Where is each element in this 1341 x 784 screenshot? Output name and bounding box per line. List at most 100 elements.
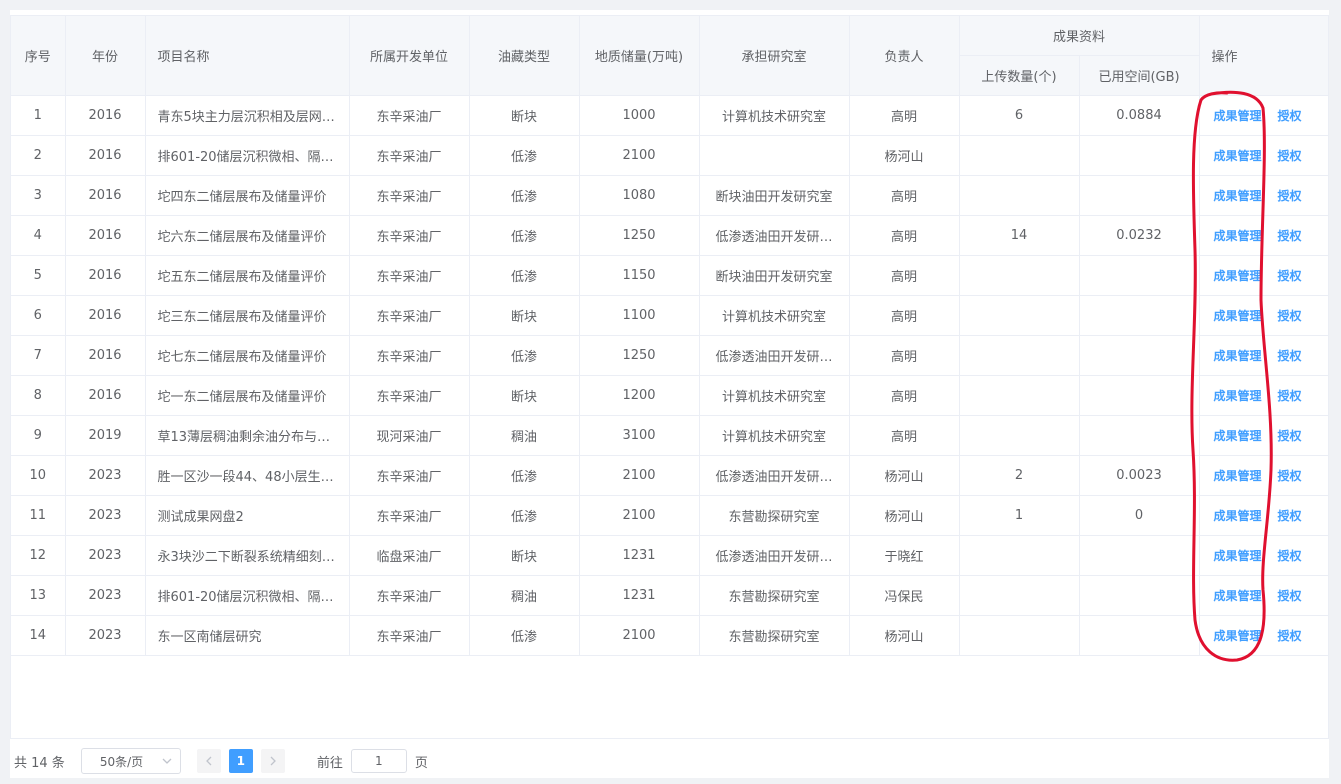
cell-index: 10 (11, 455, 66, 496)
table-row: 4 2016 坨六东二储层展布及储量评价 东辛采油厂 低渗 1250 低渗透油田开发研… 高明… (11, 215, 1328, 256)
table-row: 1 2016 青东5块主力层沉积相及层网… 东辛采油厂 断块 1000 计算机技术研究室 高明… (11, 95, 1328, 136)
manage-results-link[interactable]: 成果管理 (1214, 509, 1262, 523)
cell-index: 14 (11, 615, 66, 656)
cell-index: 12 (11, 535, 66, 576)
table-row: 11 2023 测试成果网盘2 东辛采油厂 低渗 2100 东营勘探研究室 杨河山 1 0 成果管理… (11, 495, 1328, 536)
cell-index: 8 (11, 375, 66, 416)
header-reservoir: 油藏类型 (469, 16, 580, 96)
authorize-link[interactable]: 授权 (1278, 149, 1302, 163)
prev-page-button[interactable] (196, 749, 221, 773)
cell-index: 3 (11, 175, 66, 216)
authorize-link[interactable]: 授权 (1278, 549, 1302, 563)
authorize-link[interactable]: 授权 (1278, 589, 1302, 603)
cell-unit: 东辛采油厂 (349, 95, 470, 136)
manage-results-link[interactable]: 成果管理 (1214, 149, 1262, 163)
cell-reservoir: 断块 (469, 295, 580, 336)
header-reserves: 地质储量(万吨) (579, 16, 700, 96)
cell-upload-count (959, 615, 1080, 656)
cell-owner: 高明 (849, 295, 960, 336)
cell-upload-count (959, 375, 1080, 416)
cell-ops: 成果管理 授权 (1199, 615, 1328, 656)
cell-unit: 东辛采油厂 (349, 615, 470, 656)
cell-ops: 成果管理 授权 (1199, 295, 1328, 336)
cell-unit: 东辛采油厂 (349, 575, 470, 616)
cell-unit: 现河采油厂 (349, 415, 470, 456)
cell-lab: 低渗透油田开发研… (699, 455, 850, 496)
cell-reservoir: 低渗 (469, 455, 580, 496)
cell-lab (699, 135, 850, 176)
manage-results-link[interactable]: 成果管理 (1214, 189, 1262, 203)
authorize-link[interactable]: 授权 (1278, 189, 1302, 203)
cell-project: 东一区南储层研究 (145, 615, 350, 656)
manage-results-link[interactable]: 成果管理 (1214, 549, 1262, 563)
cell-reservoir: 低渗 (469, 175, 580, 216)
table-row: 6 2016 坨三东二储层展布及储量评价 东辛采油厂 断块 1100 计算机技术研究室 高明 成… (11, 295, 1328, 336)
page-number-current[interactable]: 1 (228, 749, 253, 773)
cell-project: 草13薄层稠油剩余油分布与… (145, 415, 350, 456)
authorize-link[interactable]: 授权 (1278, 629, 1302, 643)
table-row: 3 2016 坨四东二储层展布及储量评价 东辛采油厂 低渗 1080 断块油田开发研究室 高明… (11, 175, 1328, 216)
cell-lab: 东营勘探研究室 (699, 575, 850, 616)
table-row: 9 2019 草13薄层稠油剩余油分布与… 现河采油厂 稠油 3100 计算机技术研究室 高明… (11, 415, 1328, 456)
cell-index: 5 (11, 255, 66, 296)
authorize-link[interactable]: 授权 (1278, 429, 1302, 443)
cell-index: 7 (11, 335, 66, 376)
manage-results-link[interactable]: 成果管理 (1214, 309, 1262, 323)
cell-lab: 东营勘探研究室 (699, 615, 850, 656)
cell-ops: 成果管理 授权 (1199, 95, 1328, 136)
cell-reserves: 3100 (579, 415, 700, 456)
table-row: 13 2023 排601-20储层沉积微相、隔… 东辛采油厂 稠油 1231 东营勘探研究室… (11, 575, 1328, 616)
cell-lab: 东营勘探研究室 (699, 495, 850, 536)
cell-ops: 成果管理 授权 (1199, 375, 1328, 416)
cell-index: 2 (11, 135, 66, 176)
cell-project: 坨六东二储层展布及储量评价 (145, 215, 350, 256)
cell-owner: 高明 (849, 175, 960, 216)
authorize-link[interactable]: 授权 (1278, 389, 1302, 403)
cell-used-space (1079, 375, 1200, 416)
table-row: 2 2016 排601-20储层沉积微相、隔… 东辛采油厂 低渗 2100 杨河山 成果管理 授… (11, 135, 1328, 176)
total-count: 共 14 条 (14, 755, 65, 771)
cell-reserves: 2100 (579, 615, 700, 656)
cell-unit: 东辛采油厂 (349, 455, 470, 496)
authorize-link[interactable]: 授权 (1278, 269, 1302, 283)
cell-used-space: 0.0232 (1079, 215, 1200, 256)
cell-owner: 杨河山 (849, 495, 960, 536)
authorize-link[interactable]: 授权 (1278, 229, 1302, 243)
authorize-link[interactable]: 授权 (1278, 349, 1302, 363)
cell-used-space (1079, 335, 1200, 376)
authorize-link[interactable]: 授权 (1278, 509, 1302, 523)
authorize-link[interactable]: 授权 (1278, 309, 1302, 323)
header-index: 序号 (11, 16, 66, 96)
cell-year: 2016 (65, 215, 146, 256)
manage-results-link[interactable]: 成果管理 (1214, 229, 1262, 243)
manage-results-link[interactable]: 成果管理 (1214, 629, 1262, 643)
manage-results-link[interactable]: 成果管理 (1214, 389, 1262, 403)
manage-results-link[interactable]: 成果管理 (1214, 589, 1262, 603)
cell-owner: 高明 (849, 415, 960, 456)
cell-upload-count (959, 575, 1080, 616)
cell-reservoir: 低渗 (469, 215, 580, 256)
manage-results-link[interactable]: 成果管理 (1214, 429, 1262, 443)
cell-index: 4 (11, 215, 66, 256)
cell-owner: 高明 (849, 255, 960, 296)
next-page-button[interactable] (260, 749, 285, 773)
manage-results-link[interactable]: 成果管理 (1214, 349, 1262, 363)
manage-results-link[interactable]: 成果管理 (1214, 469, 1262, 483)
manage-results-link[interactable]: 成果管理 (1214, 109, 1262, 123)
goto-page-input[interactable] (350, 749, 407, 773)
cell-year: 2016 (65, 335, 146, 376)
cell-project: 青东5块主力层沉积相及层网… (145, 95, 350, 136)
authorize-link[interactable]: 授权 (1278, 109, 1302, 123)
page-size-value: 50条/页 (99, 754, 144, 769)
cell-upload-count (959, 255, 1080, 296)
page-size-select[interactable]: 50条/页 (80, 748, 181, 774)
manage-results-link[interactable]: 成果管理 (1214, 269, 1262, 283)
authorize-link[interactable]: 授权 (1278, 469, 1302, 483)
table-row: 5 2016 坨五东二储层展布及储量评价 东辛采油厂 低渗 1150 断块油田开发研究室 高明… (11, 255, 1328, 296)
cell-lab: 计算机技术研究室 (699, 415, 850, 456)
cell-reserves: 2100 (579, 135, 700, 176)
cell-project: 坨四东二储层展布及储量评价 (145, 175, 350, 216)
cell-reservoir: 低渗 (469, 335, 580, 376)
cell-lab: 计算机技术研究室 (699, 375, 850, 416)
cell-used-space (1079, 295, 1200, 336)
